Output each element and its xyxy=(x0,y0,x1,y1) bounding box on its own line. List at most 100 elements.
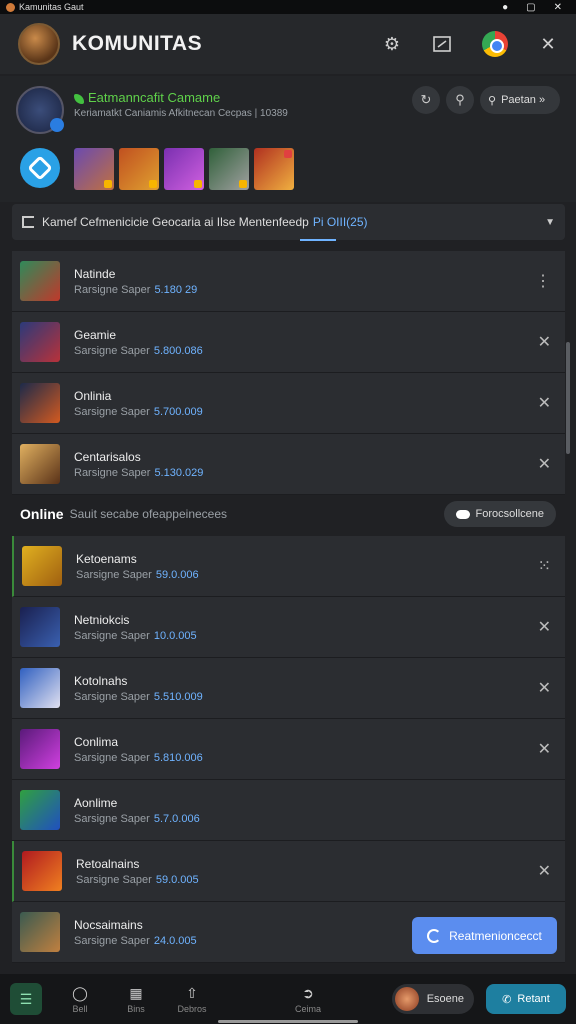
list-item[interactable]: Onlinia Sarsigne Saper 5.700.009 ✕ xyxy=(12,373,565,434)
game-thumbnail[interactable] xyxy=(209,148,249,190)
game-thumbnails xyxy=(74,148,294,190)
item-title: Onlinia xyxy=(74,388,112,403)
bell-icon: ◯ xyxy=(72,984,88,1001)
bottom-navigation: ☰ ◯ Bell ▦ Bins ⇧ Debros ➲ Ceima Esoene ✆ Re… xyxy=(0,974,576,1024)
nav-item-ceima[interactable]: ➲ Ceima xyxy=(280,984,336,1015)
game-thumbnail[interactable] xyxy=(254,148,294,190)
list-item[interactable]: Kotolnahs Sarsigne Saper 5.510.009 ✕ xyxy=(12,658,565,719)
game-thumbnail xyxy=(20,607,60,647)
item-subtitle: Sarsigne Saper 59.0.005 xyxy=(76,873,199,886)
floating-action-button[interactable]: Reatmenioncecct xyxy=(412,917,557,954)
item-title: Geamie xyxy=(74,327,117,342)
item-title: Ketoenams xyxy=(76,551,137,566)
app-icon xyxy=(6,2,15,12)
dismiss-icon[interactable]: ✕ xyxy=(538,393,551,413)
app-logo xyxy=(18,23,60,65)
item-subtitle: Sarsigne Saper 10.0.005 xyxy=(74,629,197,642)
dismiss-icon[interactable]: ✕ xyxy=(538,678,551,698)
list-item[interactable]: Retoalnains Sarsigne Saper 59.0.005 ✕ xyxy=(12,841,565,902)
item-amount: 5.510.009 xyxy=(153,690,203,703)
user-profile-button[interactable]: Esoene xyxy=(391,984,474,1014)
item-amount: 5.810.006 xyxy=(153,751,203,764)
more-icon[interactable]: ⁙ xyxy=(538,556,551,576)
close-icon[interactable]: ✕ xyxy=(538,34,558,54)
item-title: Aonlime xyxy=(74,795,118,810)
more-icon[interactable]: ⋮ xyxy=(535,271,551,291)
item-title: Netniokcis xyxy=(74,612,130,627)
chevron-down-icon[interactable]: ▼ xyxy=(545,217,555,228)
list-item[interactable]: Geamie Sarsigne Saper 5.800.086 ✕ xyxy=(12,312,565,373)
list-item[interactable]: Netniokcis Sarsigne Saper 10.0.005 ✕ xyxy=(12,597,565,658)
item-amount: 59.0.005 xyxy=(155,873,199,886)
call-button[interactable]: ✆ Retant xyxy=(486,984,566,1014)
app-header: KOMUNITAS ⚙ ✕ xyxy=(0,14,576,74)
community-name[interactable]: Eatmanncafit Camame xyxy=(74,90,220,105)
item-title: Nocsaimains xyxy=(74,917,143,932)
filter-bar[interactable]: Kamef Cefmenicicie Geocaria ai Ilse Ment… xyxy=(12,204,565,240)
share-icon: ⇧ xyxy=(186,984,198,1001)
online-filter-button[interactable]: Forocsollcene xyxy=(443,501,556,527)
compass-icon: ➲ xyxy=(302,984,314,1001)
list-item[interactable]: Aonlime Sarsigne Saper 5.7.0.006 xyxy=(12,780,565,841)
game-thumbnail xyxy=(20,668,60,708)
item-subtitle: Rarsigne Saper 5.130.029 xyxy=(74,466,204,479)
list-item[interactable]: Conlima Sarsigne Saper 5.810.006 ✕ xyxy=(12,719,565,780)
list-item[interactable]: Natinde Rarsigne Saper 5.180 29 ⋮ xyxy=(12,251,565,312)
item-title: Conlima xyxy=(74,734,119,749)
community-avatar[interactable] xyxy=(16,86,64,134)
item-amount: 5.130.029 xyxy=(154,466,204,479)
game-thumbnail xyxy=(20,322,60,362)
game-thumbnail xyxy=(20,729,60,769)
verified-icon xyxy=(50,118,64,132)
page-title: KOMUNITAS xyxy=(72,32,203,55)
tab-underline xyxy=(300,239,336,241)
scrollbar[interactable] xyxy=(566,342,570,454)
dismiss-icon[interactable]: ✕ xyxy=(538,861,551,881)
item-subtitle: Sarsigne Saper 5.510.009 xyxy=(74,690,203,703)
dismiss-icon[interactable]: ✕ xyxy=(538,617,551,637)
game-thumbnail[interactable] xyxy=(74,148,114,190)
nav-item-bins[interactable]: ▦ Bins xyxy=(108,984,164,1015)
filter-text: Kamef Cefmenicicie Geocaria ai Ilse Ment… xyxy=(42,215,309,229)
close-window-icon[interactable]: ✕ xyxy=(554,2,562,13)
settings-icon[interactable]: ⚙ xyxy=(382,34,402,54)
maximize-icon[interactable]: ▢ xyxy=(526,2,535,13)
search-button[interactable]: ⚲ Paetan » xyxy=(480,86,560,114)
online-section-header: Online Sauit secabe ofeappeinecees Foroc… xyxy=(0,494,576,534)
search-icon: ⚲ xyxy=(488,94,497,107)
item-amount: 10.0.005 xyxy=(153,629,197,642)
item-subtitle: Sarsigne Saper 24.0.005 xyxy=(74,934,197,947)
game-thumbnail xyxy=(20,261,60,301)
pin-icon[interactable]: ● xyxy=(502,2,508,13)
refresh-button[interactable]: ↻ xyxy=(412,86,440,114)
status-bar: Kamunitas Gaut ● ▢ ✕ xyxy=(0,0,576,14)
game-thumbnail[interactable] xyxy=(119,148,159,190)
screenshot-icon[interactable] xyxy=(432,34,452,54)
list-item[interactable]: Centarisalos Rarsigne Saper 5.130.029 ✕ xyxy=(12,434,565,495)
gift-icon: ▦ xyxy=(129,984,143,1001)
item-subtitle: Sarsigne Saper 59.0.006 xyxy=(76,568,199,581)
browser-icon[interactable] xyxy=(482,31,508,57)
dismiss-icon[interactable]: ✕ xyxy=(538,332,551,352)
online-subtitle: Sauit secabe ofeappeinecees xyxy=(69,507,228,521)
item-amount: 5.700.009 xyxy=(153,405,203,418)
list-item[interactable]: Ketoenams Sarsigne Saper 59.0.006 ⁙ xyxy=(12,536,565,597)
shield-button[interactable] xyxy=(20,148,60,188)
game-thumbnail xyxy=(20,912,60,952)
window-controls: ● ▢ ✕ xyxy=(502,2,570,13)
game-thumbnail xyxy=(20,790,60,830)
dismiss-icon[interactable]: ✕ xyxy=(538,454,551,474)
community-card: Eatmanncafit Camame Keriamatkt Caniamis … xyxy=(0,76,576,202)
item-subtitle: Sarsigne Saper 5.800.086 xyxy=(74,344,203,357)
item-title: Natinde xyxy=(74,266,116,281)
nav-item-debros[interactable]: ⇧ Debros xyxy=(164,984,220,1015)
item-subtitle: Sarsigne Saper 5.7.0.006 xyxy=(74,812,200,825)
search-icon-button[interactable]: ⚲ xyxy=(446,86,474,114)
nav-item-bell[interactable]: ◯ Bell xyxy=(52,984,108,1015)
home-menu-button[interactable]: ☰ xyxy=(10,983,42,1015)
item-amount: 59.0.006 xyxy=(155,568,199,581)
refresh-icon xyxy=(427,928,442,943)
dismiss-icon[interactable]: ✕ xyxy=(538,739,551,759)
game-thumbnail[interactable] xyxy=(164,148,204,190)
online-list: Ketoenams Sarsigne Saper 59.0.006 ⁙ Netniokc… xyxy=(12,536,565,963)
